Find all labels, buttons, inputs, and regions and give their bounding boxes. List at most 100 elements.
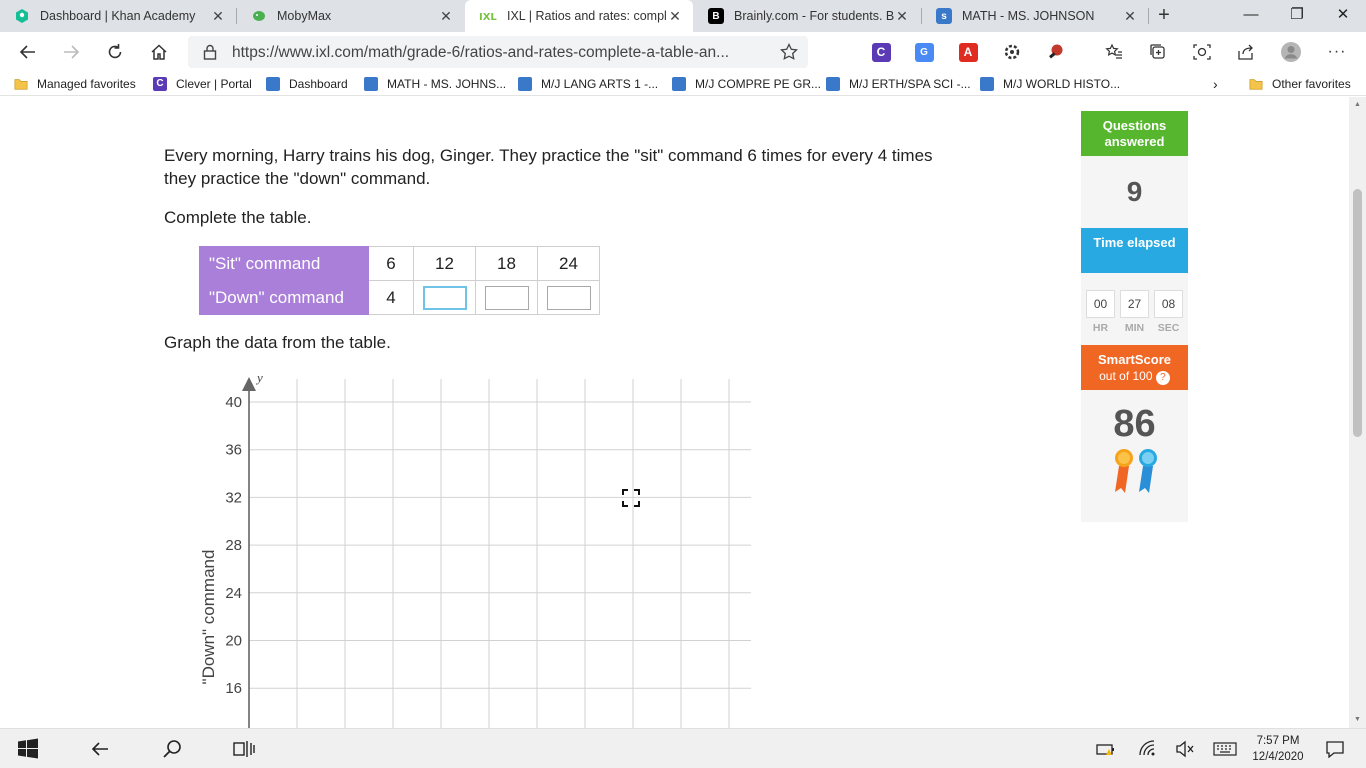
smartscore-box: 86 — [1081, 390, 1188, 522]
y-axis-arrow-icon — [242, 377, 256, 391]
profile-avatar-icon[interactable] — [1280, 41, 1302, 63]
smartscore-header: SmartScore out of 100 ? — [1081, 345, 1188, 390]
tab-strip: Dashboard | Khan Academy ✕ MobyMax ✕ IXL… — [0, 0, 1366, 32]
refresh-icon — [108, 44, 122, 59]
clever-icon: C — [153, 77, 167, 91]
chevron-right-icon[interactable]: › — [1213, 76, 1218, 92]
star-icon[interactable] — [780, 43, 798, 61]
table-cell: 24 — [537, 246, 600, 281]
timer-minutes: 27 MIN — [1120, 290, 1149, 345]
task-view-button[interactable] — [232, 737, 256, 761]
schoology-icon — [980, 77, 994, 91]
more-menu-icon[interactable]: ··· — [1326, 41, 1348, 63]
clever-extension-icon[interactable]: C — [870, 41, 892, 63]
page-scrollbar[interactable]: ▲ ▼ — [1349, 97, 1366, 728]
favorite-lang-arts[interactable]: M/J LANG ARTS 1 -... — [518, 76, 658, 92]
smartscore-value: 86 — [1113, 403, 1156, 445]
favorite-label: M/J WORLD HISTO... — [1003, 77, 1121, 91]
wifi-icon[interactable] — [1138, 737, 1158, 761]
favorite-managed-favorites[interactable]: Managed favorites — [14, 76, 136, 92]
address-bar[interactable]: https://www.ixl.com/math/grade-6/ratios-… — [188, 36, 808, 68]
back-button[interactable] — [14, 38, 42, 66]
favorites-bar: Managed favorites C Clever | Portal Dash… — [0, 72, 1366, 96]
help-icon[interactable]: ? — [1155, 371, 1170, 385]
settings-extension-icon[interactable] — [1001, 41, 1023, 63]
windows-taskbar: 7:57 PM 12/4/2020 — [0, 728, 1366, 768]
lock-icon — [203, 44, 217, 60]
grid-lines — [249, 379, 751, 728]
y-tick-label: 36 — [225, 442, 242, 459]
favorite-label: Clever | Portal — [176, 77, 252, 91]
favorite-dashboard[interactable]: Dashboard — [266, 76, 348, 92]
task-view-icon — [233, 741, 255, 757]
y-tick-label: 20 — [225, 633, 242, 650]
system-clock[interactable]: 7:57 PM 12/4/2020 — [1248, 733, 1308, 765]
close-icon[interactable]: ✕ — [667, 8, 683, 25]
share-icon[interactable] — [1235, 41, 1257, 63]
coordinate-graph[interactable]: y 40 36 32 28 24 20 16 "Down" command — [190, 367, 760, 728]
row-header-sit: "Sit" command — [199, 246, 369, 281]
smartscore-subtitle: out of 100 — [1099, 369, 1153, 383]
ixl-icon: IXL — [479, 8, 497, 24]
battery-warning-icon[interactable] — [1096, 737, 1116, 761]
volume-muted-icon[interactable] — [1175, 737, 1195, 761]
favorite-world-history[interactable]: M/J WORLD HISTO... — [980, 76, 1120, 92]
answer-input-1[interactable] — [422, 285, 467, 310]
keyboard-icon[interactable] — [1213, 737, 1237, 761]
minimize-button[interactable]: — — [1228, 0, 1274, 32]
refresh-button[interactable] — [101, 38, 129, 66]
tab-ixl[interactable]: IXL IXL | Ratios and rates: complete ✕ — [465, 0, 693, 32]
back-button[interactable] — [88, 737, 112, 761]
scroll-down-arrow-icon[interactable]: ▼ — [1349, 714, 1366, 726]
tab-mobymax[interactable]: MobyMax ✕ — [237, 0, 464, 32]
favorite-clever-portal[interactable]: C Clever | Portal — [153, 76, 252, 92]
close-icon[interactable]: ✕ — [894, 8, 910, 25]
schoology-icon: s — [936, 8, 952, 24]
favorite-compre-pe[interactable]: M/J COMPRE PE GR... — [672, 76, 821, 92]
table-instruction: Complete the table. — [164, 208, 312, 227]
questions-answered-header: Questions answered — [1081, 111, 1188, 156]
screenshot-icon[interactable] — [1191, 41, 1213, 63]
folder-icon — [14, 79, 28, 90]
award-ribbons-icon — [1114, 449, 1157, 493]
schoology-icon — [518, 77, 532, 91]
close-icon[interactable]: ✕ — [1122, 8, 1138, 25]
pdf-extension-icon[interactable]: A — [957, 41, 979, 63]
favorite-math-ms-johnson[interactable]: MATH - MS. JOHNS... — [364, 76, 506, 92]
tab-divider — [1148, 8, 1149, 24]
collections-icon[interactable] — [1147, 41, 1169, 63]
forward-button[interactable] — [57, 38, 85, 66]
answer-input-2[interactable] — [484, 285, 529, 310]
timer-hours: 00 HR — [1086, 290, 1115, 345]
tab-math-ms-johnson[interactable]: s MATH - MS. JOHNSON ✕ — [922, 0, 1148, 32]
tab-khan-academy[interactable]: Dashboard | Khan Academy ✕ — [0, 0, 236, 32]
favorites-icon[interactable] — [1103, 41, 1125, 63]
timer-unit: HR — [1092, 322, 1109, 334]
move-cursor-icon — [621, 488, 641, 508]
timer-value: 27 — [1120, 290, 1149, 318]
favorite-label: M/J LANG ARTS 1 -... — [541, 77, 659, 91]
timer-seconds: 08 SEC — [1154, 290, 1183, 345]
search-button[interactable] — [160, 737, 184, 761]
scrollbar-thumb[interactable] — [1353, 189, 1362, 437]
scroll-up-arrow-icon[interactable]: ▲ — [1349, 99, 1366, 111]
schoology-icon — [266, 77, 280, 91]
favorite-label: M/J ERTH/SPA SCI -... — [849, 77, 971, 91]
close-icon[interactable]: ✕ — [438, 8, 454, 25]
schoology-icon — [672, 77, 686, 91]
start-button[interactable] — [16, 737, 40, 761]
answer-input-3[interactable] — [546, 285, 591, 310]
close-window-button[interactable]: ✕ — [1320, 0, 1366, 32]
other-favorites[interactable]: Other favorites — [1249, 76, 1351, 92]
restore-button[interactable]: ❐ — [1274, 0, 1320, 32]
notifications-icon[interactable] — [1324, 737, 1346, 761]
row-header-down: "Down" command — [199, 280, 369, 315]
translate-extension-icon[interactable]: G — [913, 41, 935, 63]
ping-pong-extension-icon[interactable] — [1045, 41, 1067, 63]
close-icon[interactable]: ✕ — [210, 8, 226, 25]
tab-brainly[interactable]: B Brainly.com - For students. By ✕ — [694, 0, 920, 32]
forward-arrow-icon — [64, 45, 80, 59]
home-button[interactable] — [145, 38, 173, 66]
new-tab-button[interactable]: + — [1152, 4, 1176, 28]
favorite-earth-space-science[interactable]: M/J ERTH/SPA SCI -... — [826, 76, 971, 92]
